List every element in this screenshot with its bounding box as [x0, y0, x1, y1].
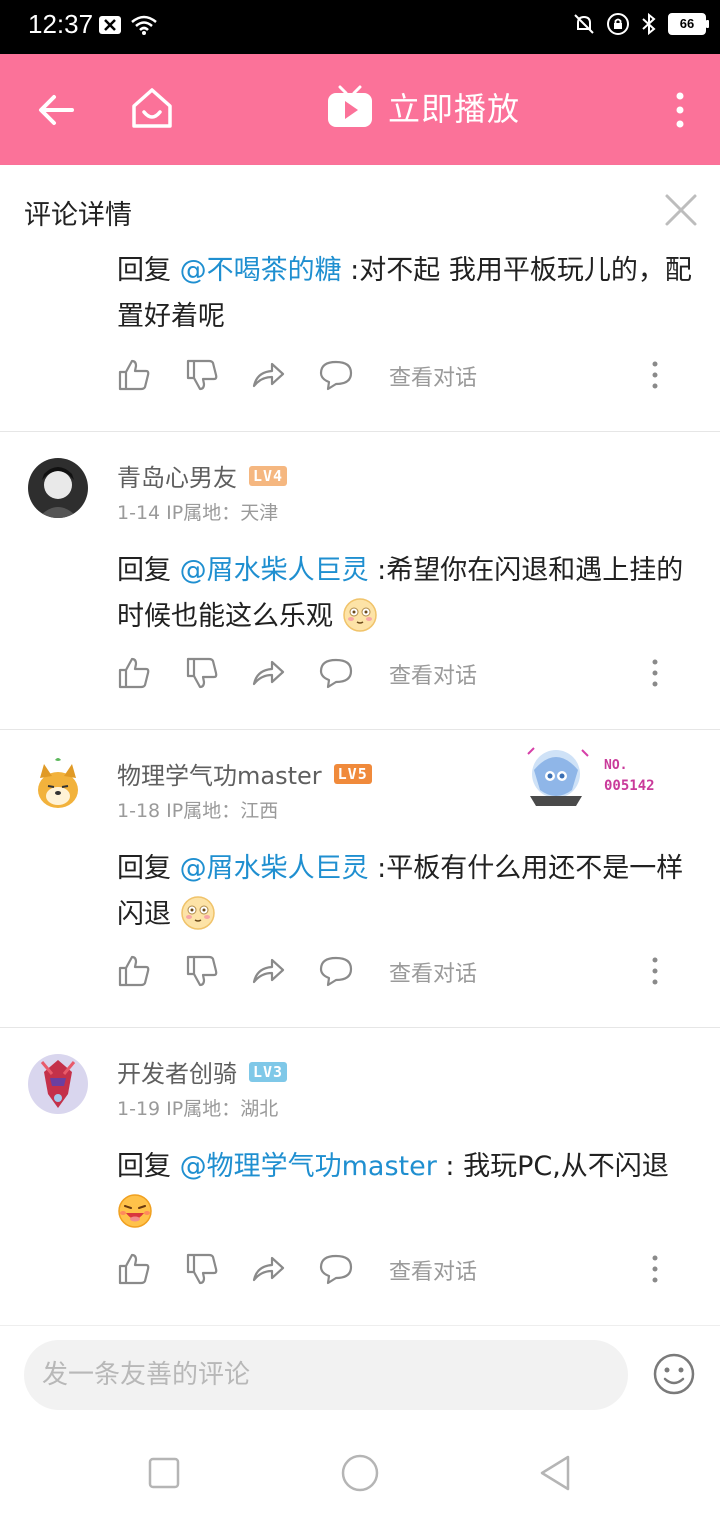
status-bar: 12:37 66: [0, 0, 720, 54]
emoji-icon[interactable]: [652, 1352, 696, 1396]
avatar[interactable]: [28, 756, 88, 816]
fan-badge-no: NO.: [604, 758, 628, 773]
comment-actions: 查看对话: [117, 656, 677, 696]
comment-item: 青岛心男友 LV4 1-14 IP属地：天津 回复 @屑水柴人巨灵 :希望你在闪…: [0, 432, 720, 730]
play-now-button[interactable]: 立即播放: [326, 84, 520, 130]
status-left-icons: [98, 14, 158, 36]
thumb-down-icon[interactable]: [185, 656, 219, 690]
detail-title: 评论详情: [24, 200, 132, 231]
reply-prefix: 回复: [117, 1151, 180, 1182]
comment-item: 开发者创骑 LV3 1-19 IP属地：湖北 回复 @物理学气功master :…: [0, 1028, 720, 1324]
triangle-back-icon[interactable]: [536, 1453, 576, 1493]
mention-link[interactable]: @屑水柴人巨灵: [180, 555, 369, 586]
app-bar: 立即播放: [0, 54, 720, 165]
more-vertical-icon[interactable]: [647, 1252, 663, 1286]
comment-icon[interactable]: [319, 954, 353, 988]
back-arrow-icon[interactable]: [34, 88, 78, 132]
level-badge: LV4: [249, 465, 288, 486]
view-conversation-link[interactable]: 查看对话: [389, 360, 477, 392]
more-vertical-icon[interactable]: [647, 656, 663, 690]
share-icon[interactable]: [251, 358, 285, 392]
comment-meta: 1-19 IP属地：湖北: [117, 1098, 279, 1120]
username-text[interactable]: 青岛心男友: [117, 458, 237, 493]
fan-badge-number: 005142: [604, 778, 655, 794]
reply-prefix: 回复: [117, 255, 180, 286]
dazed-emoji-icon: [342, 598, 377, 632]
laughing-emoji-icon: [118, 1194, 152, 1228]
mention-link[interactable]: @屑水柴人巨灵: [180, 853, 369, 884]
status-right-icons: 66: [572, 12, 709, 36]
thumb-down-icon[interactable]: [185, 1252, 219, 1286]
mute-bell-icon: [574, 14, 594, 34]
view-conversation-link[interactable]: 查看对话: [389, 1254, 477, 1286]
comment-text: 回复 @屑水柴人巨灵 :平板有什么用还不是一样闪退: [117, 846, 697, 938]
play-now-label: 立即播放: [388, 90, 521, 128]
fan-badge-character-icon: [527, 747, 589, 806]
bluetooth-icon: [642, 12, 656, 36]
avatar[interactable]: [28, 1054, 88, 1114]
home-icon[interactable]: [128, 84, 176, 132]
avatar[interactable]: [28, 458, 88, 518]
comment-icon[interactable]: [319, 656, 353, 690]
share-icon[interactable]: [251, 656, 285, 690]
thumb-up-icon[interactable]: [117, 954, 151, 988]
battery-indicator: 66: [668, 13, 709, 35]
share-icon[interactable]: [251, 954, 285, 988]
username-text[interactable]: 开发者创骑: [117, 1054, 237, 1089]
share-icon[interactable]: [251, 1252, 285, 1286]
comment-icon[interactable]: [319, 358, 353, 392]
thumb-up-icon[interactable]: [117, 1252, 151, 1286]
fan-badge[interactable]: NO. 005142: [520, 740, 670, 810]
comment-meta: 1-18 IP属地：江西: [117, 800, 279, 822]
dazed-emoji-icon: [180, 896, 215, 930]
username[interactable]: 开发者创骑 LV3: [117, 1054, 288, 1089]
level-badge: LV5: [333, 763, 372, 784]
comment-actions: 查看对话: [117, 1252, 677, 1292]
lock-circle-icon: [607, 13, 629, 35]
mention-link[interactable]: @不喝茶的糖: [180, 255, 342, 286]
comment-text: 回复 @不喝茶的糖 :对不起 我用平板玩儿的，配置好着呢: [117, 254, 697, 340]
view-conversation-link[interactable]: 查看对话: [389, 658, 477, 690]
thumb-down-icon[interactable]: [185, 954, 219, 988]
comment-icon[interactable]: [319, 1252, 353, 1286]
reply-prefix: 回复: [117, 853, 180, 884]
comment-detail-header: 评论详情: [0, 165, 720, 254]
reply-prefix: 回复: [117, 555, 180, 586]
more-vertical-icon[interactable]: [647, 954, 663, 988]
system-nav-bar: [0, 1423, 720, 1520]
comment-actions: 查看对话: [117, 358, 677, 398]
close-icon[interactable]: [664, 193, 698, 227]
comment-text: 回复 @物理学气功master : 我玩PC,从不闪退: [117, 1144, 697, 1236]
notification-x-icon: [99, 16, 121, 34]
thumb-down-icon[interactable]: [185, 358, 219, 392]
circle-icon[interactable]: [340, 1453, 380, 1493]
wifi-icon: [131, 15, 157, 35]
comment-meta: 1-14 IP属地：天津: [117, 502, 279, 524]
mention-link[interactable]: @物理学气功master: [180, 1151, 437, 1182]
username-text[interactable]: 物理学气功master: [117, 756, 322, 791]
thumb-up-icon[interactable]: [117, 656, 151, 690]
status-time: 12:37: [28, 9, 94, 39]
more-vertical-icon[interactable]: [670, 90, 690, 130]
more-vertical-icon[interactable]: [647, 358, 663, 392]
thumb-up-icon[interactable]: [117, 358, 151, 392]
comment-input[interactable]: [24, 1340, 628, 1410]
username[interactable]: 物理学气功master LV5: [117, 756, 372, 791]
level-badge: LV3: [249, 1061, 288, 1082]
comment-actions: 查看对话: [117, 954, 677, 994]
view-conversation-link[interactable]: 查看对话: [389, 956, 477, 988]
comment-list[interactable]: 回复 @不喝茶的糖 :对不起 我用平板玩儿的，配置好着呢 查看对话 青岛心男友 …: [0, 254, 720, 1324]
comment-item: 物理学气功master LV5 NO. 005142 1-18 IP属地：江西 …: [0, 730, 720, 1028]
tv-play-icon: [328, 85, 372, 127]
reply-body: : 我玩PC,从不闪退: [436, 1151, 669, 1182]
comment-input-bar: [0, 1325, 720, 1424]
comment-item: 回复 @不喝茶的糖 :对不起 我用平板玩儿的，配置好着呢 查看对话: [0, 254, 720, 432]
username[interactable]: 青岛心男友 LV4: [117, 458, 288, 493]
comment-text: 回复 @屑水柴人巨灵 :希望你在闪退和遇上挂的时候也能这么乐观: [117, 548, 697, 640]
square-icon[interactable]: [144, 1453, 184, 1493]
